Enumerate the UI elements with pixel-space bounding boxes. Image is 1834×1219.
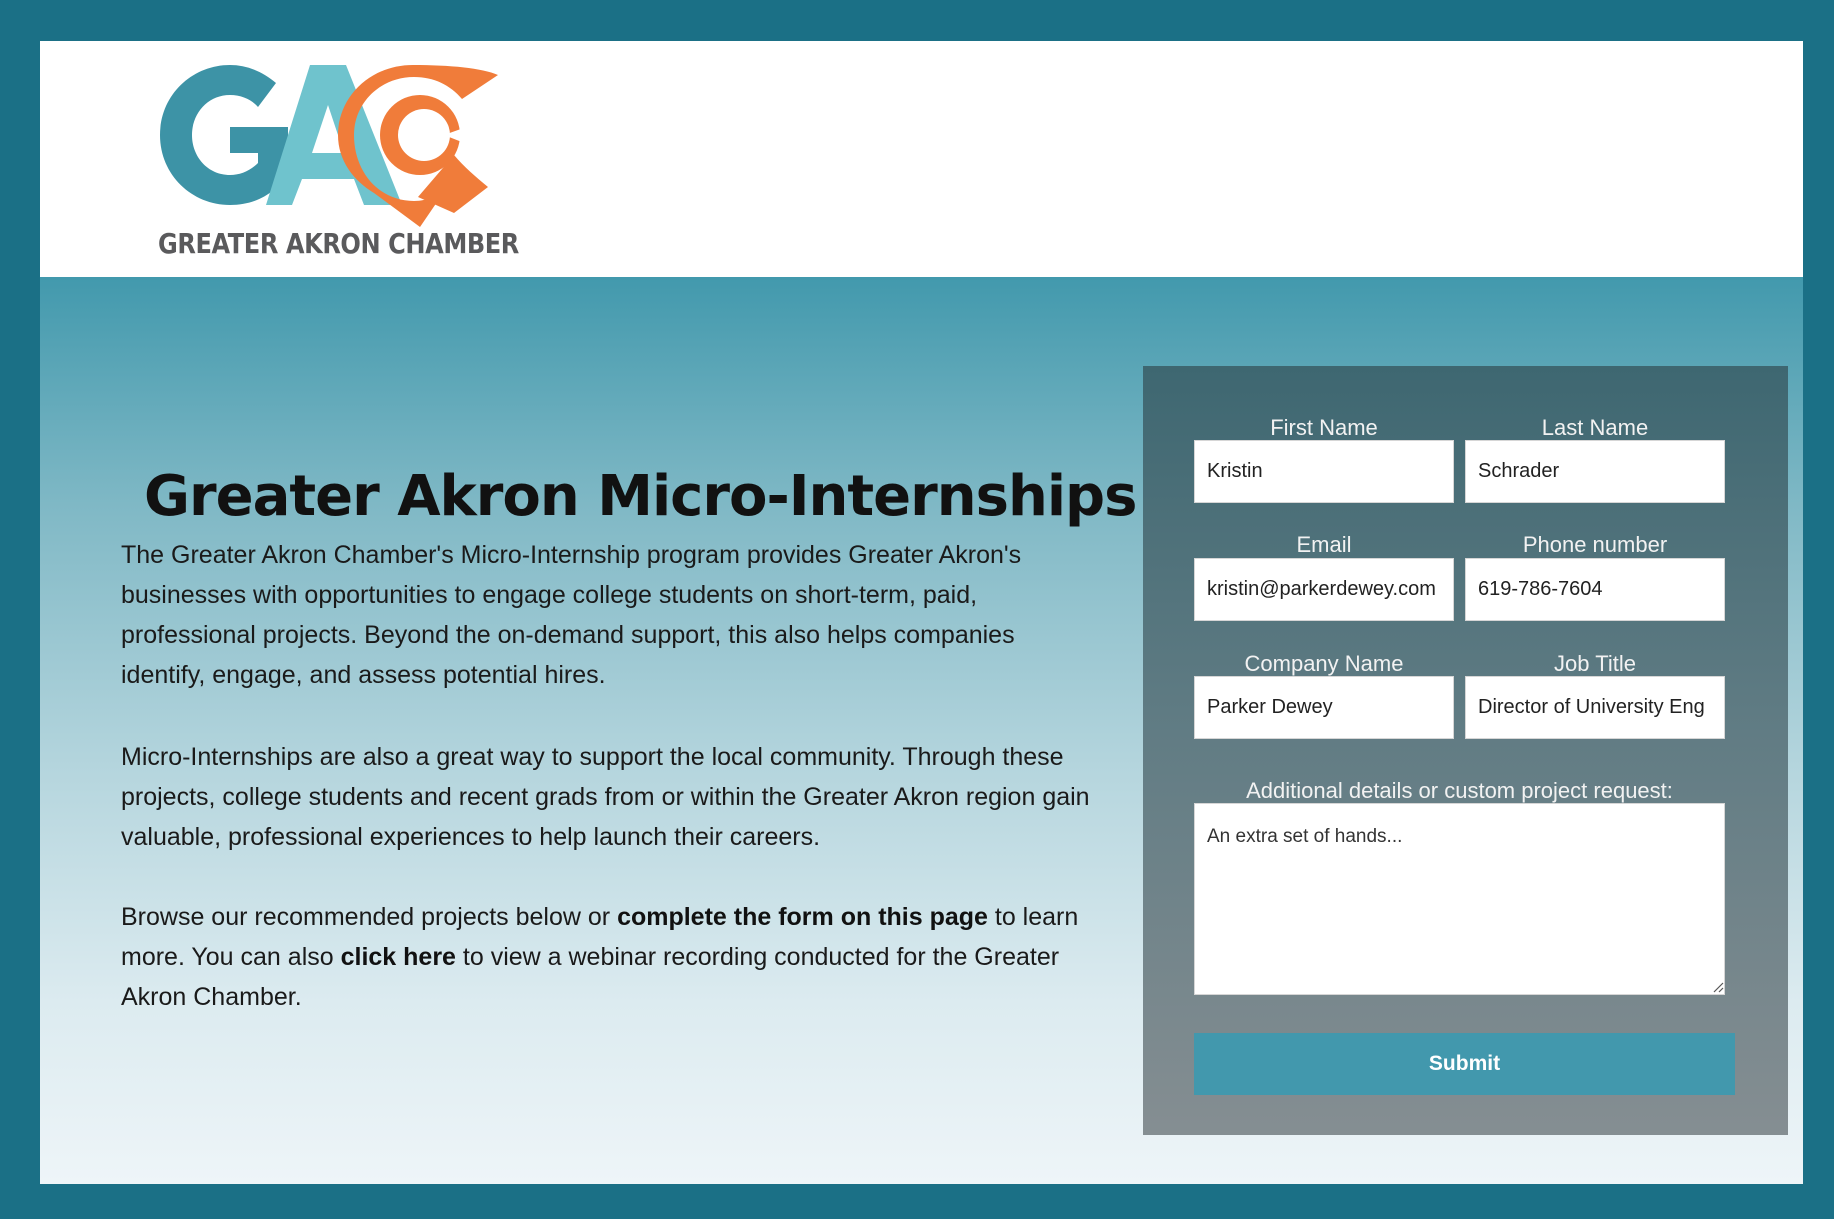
complete-form-link[interactable]: complete the form on this page [617,903,988,931]
gac-logo-mark [160,65,500,227]
submit-button[interactable]: Submit [1194,1033,1735,1095]
intro-paragraph: The Greater Akron Chamber's Micro-Intern… [121,541,1022,689]
gac-logo[interactable]: GREATER AKRON CHAMBER [158,63,519,269]
contact-form: First Name Last Name Email Phone number … [1143,366,1788,1135]
first-name-field[interactable] [1194,440,1454,503]
company-label: Company Name [1244,651,1404,676]
hero-section: Greater Akron Micro-Internships The Grea… [40,277,1803,1184]
community-paragraph: Micro-Internships are also a great way t… [121,743,1090,851]
browse-paragraph: Browse our recommended projects below or… [121,897,1101,1017]
click-here-link[interactable]: click here [341,943,456,971]
last-name-field[interactable] [1465,440,1725,503]
first-name-label: First Name [1270,415,1378,440]
email-label: Email [1296,532,1352,557]
phone-label: Phone number [1522,532,1668,557]
details-textarea[interactable]: An extra set of hands... [1194,803,1725,995]
browse-text-a: Browse our recommended projects below or [121,903,618,931]
details-label: Additional details or custom project req… [1246,778,1673,803]
company-field[interactable] [1194,676,1454,739]
page-frame: GREATER AKRON CHAMBER Greater Akron Micr… [40,41,1803,1184]
email-field[interactable] [1194,558,1454,621]
resize-grip-icon[interactable] [1712,981,1724,993]
phone-field[interactable] [1465,558,1725,621]
job-title-field[interactable] [1465,676,1725,739]
page-header: GREATER AKRON CHAMBER [40,41,1803,277]
job-title-label: Job Title [1554,651,1636,676]
page-title: Greater Akron Micro-Internships [144,464,1137,529]
last-name-label: Last Name [1541,415,1649,440]
logo-caption: GREATER AKRON CHAMBER [158,227,519,260]
